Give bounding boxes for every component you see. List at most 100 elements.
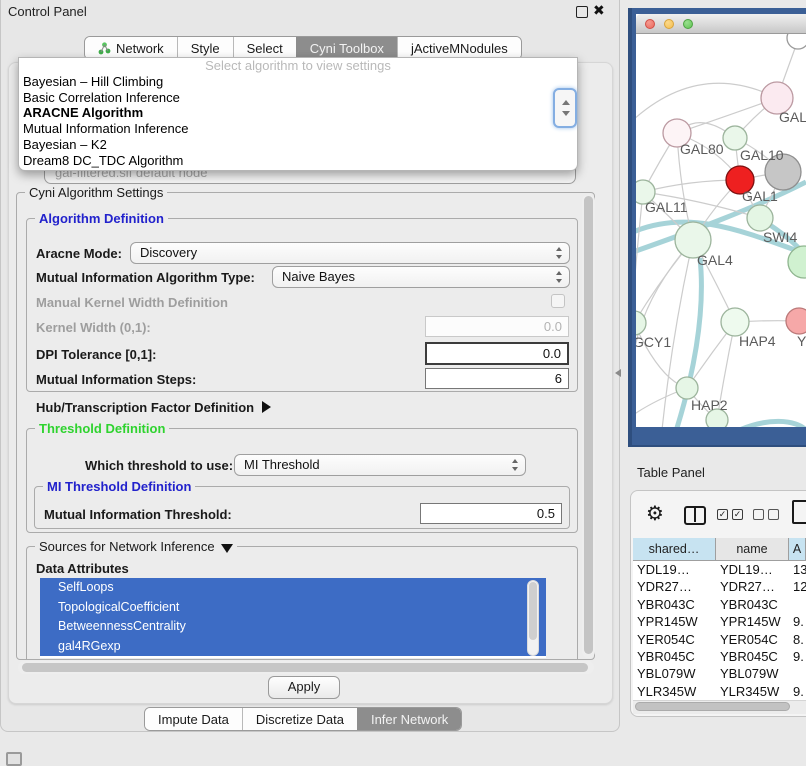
tab-label: Style bbox=[191, 41, 220, 56]
table-settings-gear-icon[interactable]: ⚙ bbox=[646, 503, 664, 525]
manual-kernel-width-checkbox[interactable] bbox=[551, 294, 565, 308]
data-attributes-list[interactable]: SelfLoopsTopologicalCoefficientBetweenne… bbox=[40, 578, 546, 658]
table-row[interactable]: YBR043C YBR043C bbox=[633, 596, 806, 613]
settings-horizontal-scrollbar-thumb[interactable] bbox=[22, 663, 588, 672]
expanded-arrow-icon bbox=[221, 544, 233, 553]
node-label: GAL bbox=[779, 109, 806, 125]
settings-vertical-scrollbar-thumb[interactable] bbox=[584, 196, 593, 654]
network-node[interactable] bbox=[747, 205, 773, 231]
network-edge[interactable] bbox=[733, 421, 806, 427]
stepper-down-icon bbox=[512, 467, 518, 471]
network-edge[interactable] bbox=[636, 192, 643, 300]
algorithm-definition-title: Algorithm Definition bbox=[35, 211, 168, 226]
attribute-item[interactable]: gal4RGexp bbox=[40, 637, 546, 657]
table-cell: YBR043C bbox=[720, 596, 778, 613]
stepper-up-icon bbox=[556, 247, 562, 251]
table-horizontal-scrollbar-thumb[interactable] bbox=[635, 702, 790, 711]
table-cell: YPR145W bbox=[720, 613, 781, 630]
node-label: GAL80 bbox=[680, 141, 724, 157]
attribute-item[interactable]: BetweennessCentrality bbox=[40, 617, 546, 637]
which-threshold-combobox[interactable]: MI Threshold bbox=[234, 454, 526, 476]
deselect-checkbox-icon[interactable] bbox=[768, 509, 779, 520]
network-node[interactable] bbox=[721, 308, 749, 336]
table-cell: YLR345W bbox=[720, 683, 779, 700]
network-node[interactable] bbox=[676, 377, 698, 399]
table-cell: YLR345W bbox=[637, 683, 696, 700]
column-header-shared[interactable]: shared… bbox=[633, 538, 716, 561]
panel-collapse-handle-icon[interactable] bbox=[615, 369, 621, 377]
float-window-icon[interactable] bbox=[576, 6, 588, 18]
export-table-icon[interactable] bbox=[792, 500, 806, 524]
dpi-tolerance-field[interactable]: 0.0 bbox=[425, 342, 569, 365]
stepper-up-icon bbox=[556, 271, 562, 275]
tab-impute-data[interactable]: Impute Data bbox=[145, 708, 242, 730]
tab-cyni-toolbox[interactable]: Cyni Toolbox bbox=[296, 37, 397, 59]
zoom-traffic-light-icon[interactable] bbox=[683, 19, 693, 29]
mi-steps-field[interactable]: 6 bbox=[425, 368, 569, 389]
attribute-item[interactable]: TopologicalCoefficient bbox=[40, 598, 546, 618]
node-table[interactable]: shared…nameAYDL19…YDL19…13YDR27…YDR27…12… bbox=[633, 538, 806, 701]
stepper-down-icon bbox=[556, 255, 562, 259]
tab-discretize-data[interactable]: Discretize Data bbox=[242, 708, 357, 730]
deselect-checkbox-icon[interactable] bbox=[753, 509, 764, 520]
network-graph[interactable]: GALGAL80GAL10GAL1GAL11SWI4GAL4GCY1HAP4YH… bbox=[636, 34, 806, 427]
minimize-traffic-light-icon[interactable] bbox=[664, 19, 674, 29]
table-cell: YBR045C bbox=[637, 648, 695, 665]
table-row[interactable]: YPR145WYPR145W9. bbox=[633, 613, 806, 630]
network-node[interactable] bbox=[787, 34, 806, 49]
attribute-item[interactable]: SelfLoops bbox=[40, 578, 546, 598]
table-row[interactable]: YLR345WYLR345W9. bbox=[633, 683, 806, 700]
node-label: GAL1 bbox=[742, 188, 778, 204]
tab-network[interactable]: Network bbox=[85, 37, 177, 59]
apply-button[interactable]: Apply bbox=[268, 676, 340, 699]
table-cell: YBR043C bbox=[637, 596, 695, 613]
node-label: GCY1 bbox=[636, 334, 671, 350]
hub-definition-label: Hub/Transcription Factor Definition bbox=[36, 400, 254, 415]
table-row[interactable]: YBL079WYBL079W bbox=[633, 665, 806, 682]
tab-jactivemnodules[interactable]: jActiveMNodules bbox=[397, 37, 521, 59]
algorithm-option[interactable]: Dream8 DC_TDC Algorithm bbox=[19, 153, 577, 169]
hub-definition-toggle[interactable]: Hub/Transcription Factor Definition bbox=[36, 400, 271, 415]
manual-kernel-width-label: Manual Kernel Width Definition bbox=[36, 295, 228, 310]
column-header-A[interactable]: A bbox=[789, 538, 806, 561]
column-header-name[interactable]: name bbox=[716, 538, 789, 561]
network-node[interactable] bbox=[786, 308, 806, 334]
tab-label: Network bbox=[116, 41, 164, 56]
sources-toggle[interactable]: Sources for Network Inference bbox=[35, 539, 237, 554]
algorithm-option[interactable]: Basic Correlation Inference bbox=[19, 90, 577, 106]
algorithm-combobox-stepper[interactable] bbox=[553, 88, 577, 128]
algorithm-option[interactable]: ARACNE Algorithm bbox=[19, 105, 577, 121]
network-edge[interactable] bbox=[636, 323, 687, 388]
collapsed-arrow-icon bbox=[262, 401, 271, 413]
table-row[interactable]: YDL19…YDL19…13 bbox=[633, 561, 806, 578]
algorithm-option[interactable]: Bayesian – K2 bbox=[19, 137, 577, 153]
table-cell: 13 bbox=[793, 561, 806, 578]
kernel-width-field: 0.0 bbox=[425, 316, 569, 337]
select-checkbox-icon[interactable]: ✓ bbox=[732, 509, 743, 520]
tab-infer-network[interactable]: Infer Network bbox=[357, 708, 461, 730]
close-panel-icon[interactable]: ✖ bbox=[593, 2, 605, 19]
table-row[interactable]: YBR045CYBR045C9. bbox=[633, 648, 806, 665]
network-icon bbox=[98, 42, 111, 55]
mi-threshold-field[interactable]: 0.5 bbox=[420, 503, 562, 524]
algorithm-option[interactable]: Mutual Information Inference bbox=[19, 121, 577, 137]
network-canvas[interactable]: GALGAL80GAL10GAL1GAL11SWI4GAL4GCY1HAP4YH… bbox=[636, 34, 806, 427]
table-cell: 9. bbox=[793, 613, 804, 630]
select-checkbox-icon[interactable]: ✓ bbox=[717, 509, 728, 520]
tab-label: Cyni Toolbox bbox=[310, 41, 384, 56]
attributes-scrollbar-thumb[interactable] bbox=[529, 582, 537, 640]
network-edge[interactable] bbox=[636, 83, 777, 120]
split-columns-icon[interactable] bbox=[684, 506, 706, 525]
mi-algorithm-type-combobox[interactable]: Naive Bayes bbox=[272, 266, 570, 288]
tab-style[interactable]: Style bbox=[177, 37, 233, 59]
close-traffic-light-icon[interactable] bbox=[645, 19, 655, 29]
network-edge[interactable] bbox=[643, 180, 740, 192]
aracne-mode-combobox[interactable]: Discovery bbox=[130, 242, 570, 264]
minimized-panel-icon[interactable] bbox=[6, 752, 22, 766]
tab-select[interactable]: Select bbox=[233, 37, 296, 59]
table-row[interactable]: YER054CYER054C8. bbox=[633, 631, 806, 648]
algorithm-option[interactable]: Bayesian – Hill Climbing bbox=[19, 74, 577, 90]
threshold-definition-title: Threshold Definition bbox=[35, 421, 169, 436]
network-window-titlebar[interactable] bbox=[636, 14, 806, 34]
table-row[interactable]: YDR27…YDR27…12 bbox=[633, 578, 806, 595]
